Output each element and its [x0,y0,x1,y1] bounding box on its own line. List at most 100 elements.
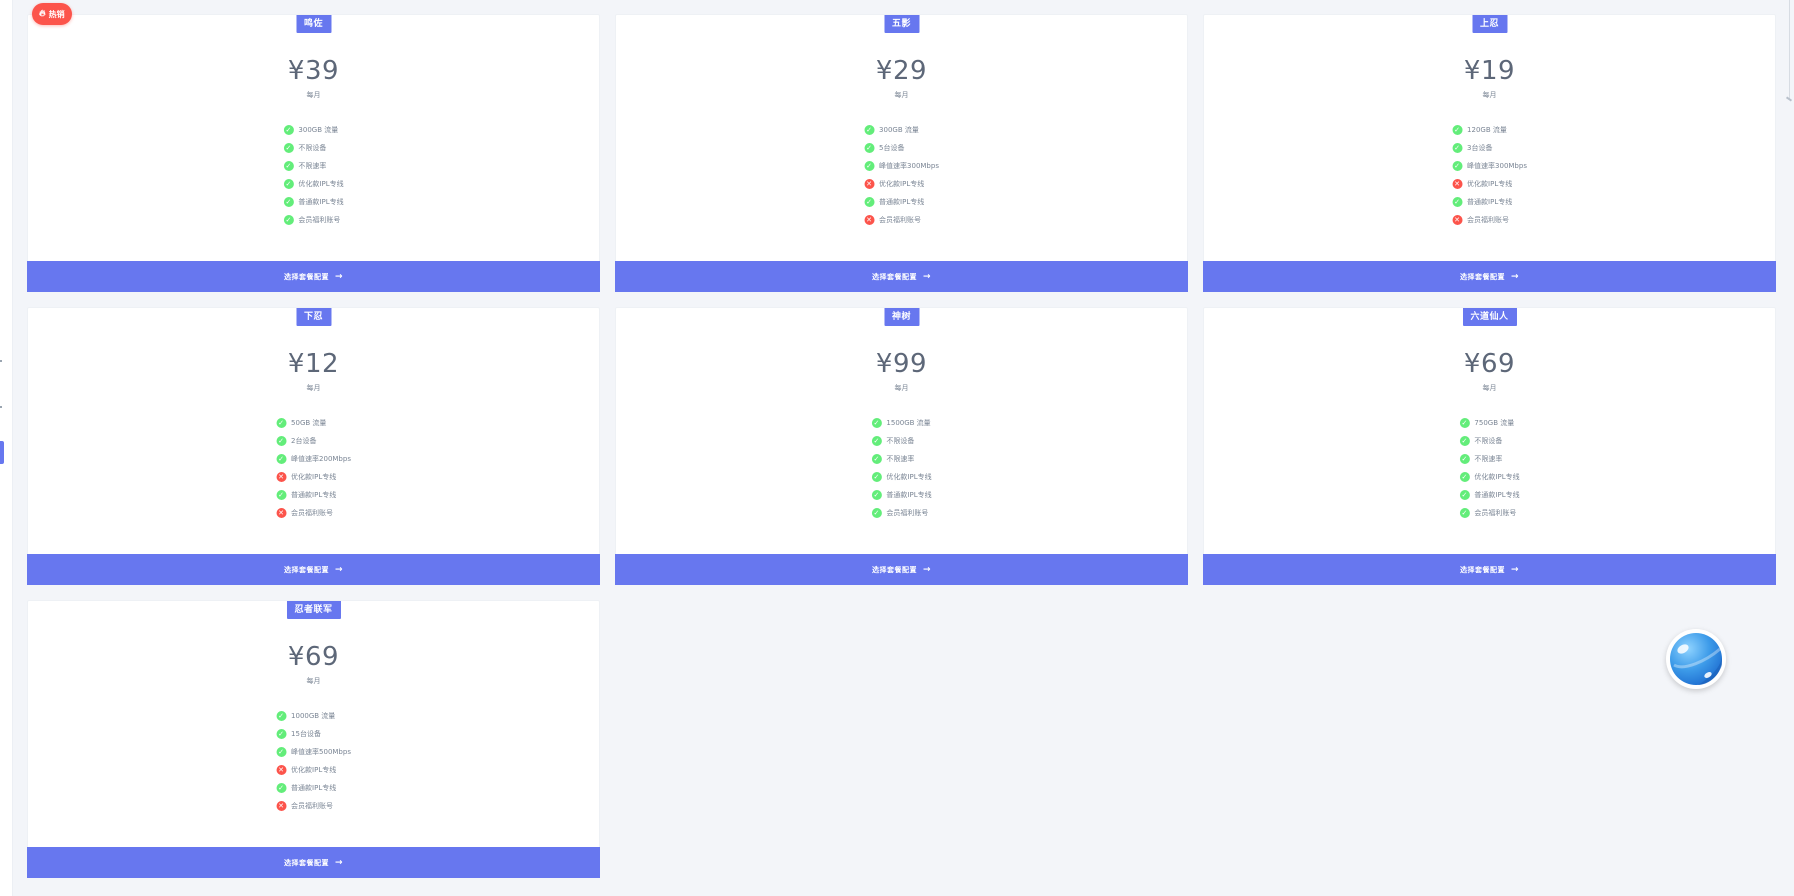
check-circle-icon: ✓ [1452,125,1463,135]
feature-text: 普通款IPL专线 [879,198,925,206]
feature-item: ✕ 会员福利账号 [1452,211,1527,229]
plan-tier-label: 神树 [883,308,920,326]
feature-text: 2台设备 [291,437,317,445]
feature-item: ✓ 峰值速率500Mbps [276,743,351,761]
check-circle-icon: ✓ [871,418,882,428]
feature-item: ✓ 普通款IPL专线 [283,193,344,211]
feature-item: ✓ 300GB 流量 [283,121,343,139]
feature-item: ✓ 15台设备 [276,725,351,743]
feature-list: ✓ 50GB 流量 ✓ 2台设备 ✓ 峰值速率200Mbps ✕ 优化款IPL专线 ✓ 普通款IP… [276,414,351,522]
plan-price: ¥69 [287,642,340,672]
check-circle-icon: ✓ [864,125,875,135]
scrollbar-track [1789,0,1790,100]
feature-item: ✓ 不限速率 [871,450,931,468]
feature-text: 会员福利账号 [1467,216,1510,224]
feature-text: 优化款IPL专线 [879,180,925,188]
feature-item: ✓ 50GB 流量 [276,414,351,432]
check-circle-icon: ✓ [276,711,287,721]
feature-text: 50GB 流量 [291,419,327,427]
feature-text: 不限设备 [298,144,327,152]
feature-text: 会员福利账号 [879,216,922,224]
select-plan-button[interactable]: 选择套餐配置 → [1203,261,1776,292]
plan-card: 忍者联军 ¥69 每月 ✓ 1000GB 流量 ✓ 15台设备 ✓ 峰值速率500Mbps… [27,600,600,878]
feature-item: ✓ 不限速率 [283,157,343,175]
feature-item: ✓ 峰值速率200Mbps [276,450,351,468]
feature-text: 优化款IPL专线 [1474,473,1520,481]
feature-item: ✓ 750GB 流量 [1459,414,1519,432]
select-plan-button[interactable]: 选择套餐配置 → [615,554,1188,585]
feature-item: ✓ 优化款IPL专线 [1459,468,1520,486]
scrollbar-thumb[interactable] [1785,96,1793,102]
feature-text: 会员福利账号 [1474,509,1517,517]
feature-text: 3台设备 [1467,144,1493,152]
feature-text: 优化款IPL专线 [291,766,337,774]
chat-widget-button[interactable] [1666,629,1726,689]
select-plan-button[interactable]: 选择套餐配置 → [27,847,600,878]
check-circle-icon: ✓ [276,490,287,500]
feature-item: ✓ 300GB 流量 [864,121,939,139]
select-plan-button[interactable]: 选择套餐配置 → [615,261,1188,292]
feature-item: ✓ 普通款IPL专线 [276,486,351,504]
check-circle-icon: ✓ [864,143,875,153]
check-circle-icon: ✓ [283,197,294,207]
select-plan-button[interactable]: 选择套餐配置 → [27,554,600,585]
check-circle-icon: ✓ [1459,508,1470,518]
feature-item: ✓ 普通款IPL专线 [276,779,351,797]
rail-marker [0,360,2,362]
check-circle-icon: ✓ [1452,161,1463,171]
select-plan-button[interactable]: 选择套餐配置 → [27,261,600,292]
feature-item: ✓ 峰值速率300Mbps [1452,157,1527,175]
plan-price: ¥99 [875,349,928,379]
arrow-right-icon: → [1510,564,1520,575]
feature-text: 优化款IPL专线 [291,473,337,481]
check-circle-icon: ✓ [1459,490,1470,500]
feature-text: 1000GB 流量 [291,712,336,720]
plan-card: 神树 ¥99 每月 ✓ 1500GB 流量 ✓ 不限设备 ✓ 不限速率 ✓ 优化款IPL专线 ✓… [615,307,1188,585]
scrollbar[interactable] [1782,0,1794,896]
feature-text: 不限速率 [886,455,915,463]
plan-card: 下忍 ¥12 每月 ✓ 50GB 流量 ✓ 2台设备 ✓ 峰值速率200Mbps ✕ 优化款I… [27,307,600,585]
select-plan-label: 选择套餐配置 [283,858,329,867]
feature-text: 会员福利账号 [298,216,341,224]
arrow-right-icon: → [334,564,344,575]
hot-badge-label: 热销 [48,9,65,19]
feature-text: 750GB 流量 [1474,419,1515,427]
feature-list: ✓ 1500GB 流量 ✓ 不限设备 ✓ 不限速率 ✓ 优化款IPL专线 ✓ 普通款IPL专线 ✓ 会… [871,414,932,522]
check-circle-icon: ✓ [276,729,287,739]
select-plan-label: 选择套餐配置 [1459,565,1505,574]
feature-text: 普通款IPL专线 [886,491,932,499]
feature-text: 普通款IPL专线 [291,491,337,499]
feature-text: 不限设备 [886,437,915,445]
check-circle-icon: ✓ [283,179,294,189]
feature-item: ✓ 优化款IPL专线 [871,468,932,486]
plan-tier-label: 鸣佐 [295,15,332,33]
feature-item: ✓ 2台设备 [276,432,351,450]
check-circle-icon: ✓ [283,125,294,135]
plan-period: 每月 [1482,91,1497,99]
plan-price: ¥69 [1463,349,1516,379]
plan-period: 每月 [306,677,321,685]
plan-tier-label: 五影 [883,15,920,33]
cross-circle-icon: ✕ [1452,179,1463,189]
feature-list: ✓ 300GB 流量 ✓ 5台设备 ✓ 峰值速率300Mbps ✕ 优化款IPL专线 ✓ 普通款I… [864,121,939,229]
rail-active-indicator[interactable] [0,441,4,464]
select-plan-button[interactable]: 选择套餐配置 → [1203,554,1776,585]
plan-period: 每月 [894,384,909,392]
check-circle-icon: ✓ [871,454,882,464]
chat-planet-icon [1670,633,1722,685]
select-plan-label: 选择套餐配置 [283,565,329,574]
plan-tier-label: 忍者联军 [286,601,341,619]
feature-item: ✓ 1500GB 流量 [871,414,931,432]
cross-circle-icon: ✕ [1452,215,1463,225]
check-circle-icon: ✓ [276,418,287,428]
check-circle-icon: ✓ [1452,197,1463,207]
plan-card: 鸣佐 ¥39 每月 ✓ 300GB 流量 ✓ 不限设备 ✓ 不限速率 ✓ 优化款IPL专线 ✓ 普… [27,14,600,292]
check-circle-icon: ✓ [871,490,882,500]
plan-period: 每月 [894,91,909,99]
left-rail [0,0,13,896]
arrow-right-icon: → [922,564,932,575]
plan-card: 五影 ¥29 每月 ✓ 300GB 流量 ✓ 5台设备 ✓ 峰值速率300Mbps ✕ 优化款… [615,14,1188,292]
plan-price: ¥29 [875,56,928,86]
hot-badge: 🔥︎ 热销 [32,3,72,25]
feature-text: 峰值速率500Mbps [291,748,351,756]
